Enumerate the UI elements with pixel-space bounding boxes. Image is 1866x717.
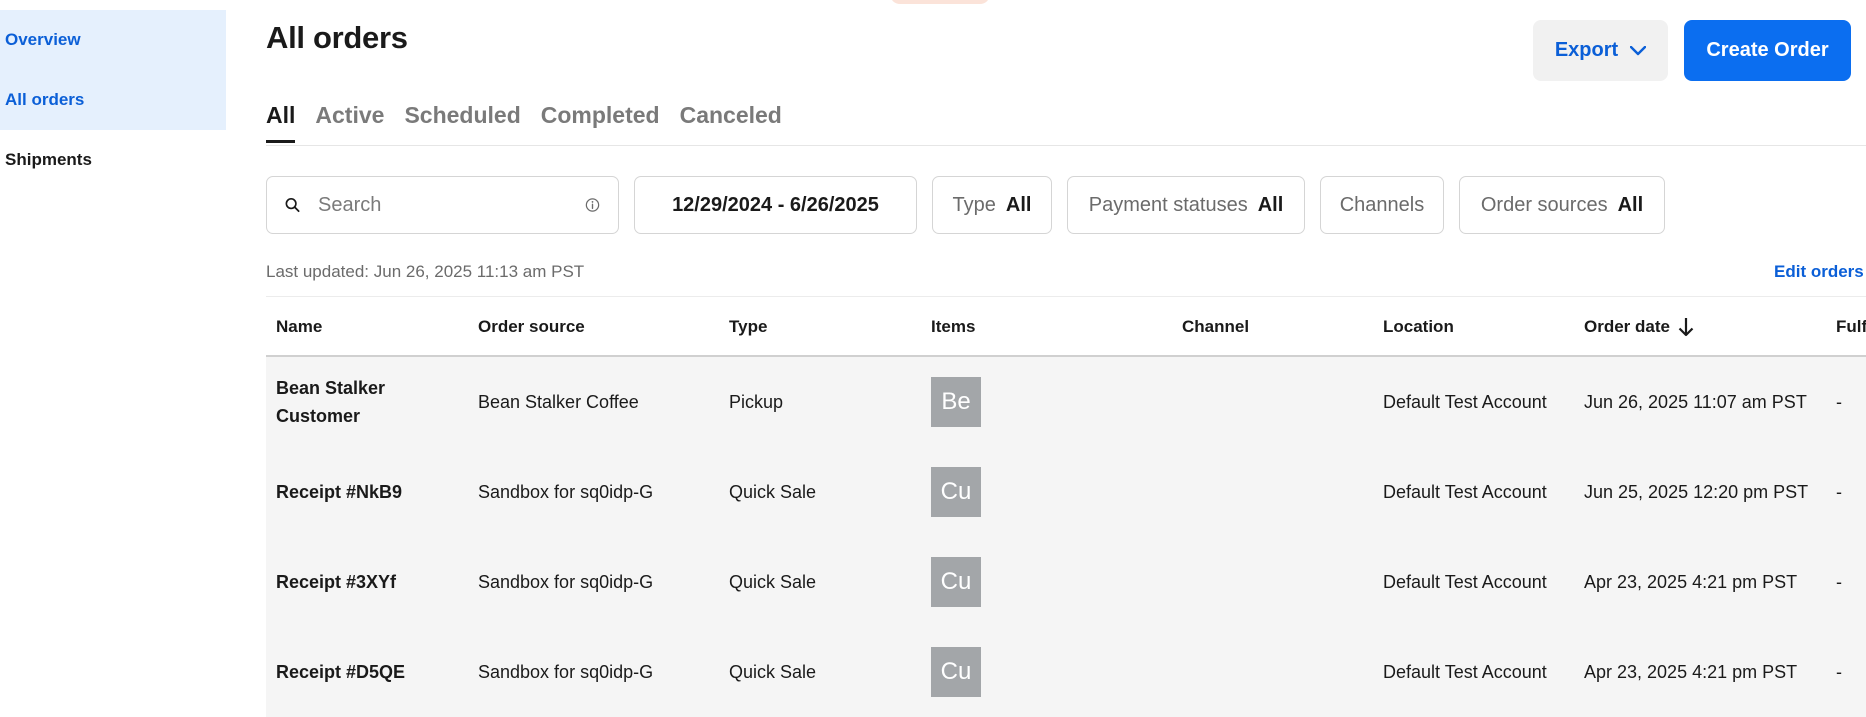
export-button[interactable]: Export bbox=[1533, 20, 1668, 81]
item-thumbnail: Cu bbox=[931, 557, 981, 607]
tab-active[interactable]: Active bbox=[315, 102, 384, 143]
order-items: Be bbox=[931, 357, 981, 447]
tab-all[interactable]: All bbox=[266, 102, 296, 143]
order-type: Quick Sale bbox=[729, 571, 817, 592]
column-header-location[interactable]: Location bbox=[1383, 317, 1454, 337]
edit-orders-link[interactable]: Edit orders bbox=[1774, 262, 1864, 282]
info-icon[interactable] bbox=[585, 194, 600, 216]
order-date: Jun 25, 2025 12:20 pm PST bbox=[1584, 481, 1809, 502]
sidebar-item-shipments[interactable]: Shipments bbox=[0, 130, 226, 190]
tabs-divider bbox=[266, 145, 1866, 146]
column-header-order-source[interactable]: Order source bbox=[478, 317, 585, 337]
table-row[interactable]: Receipt #3XYf Sandbox for sq0idp-G Quick… bbox=[266, 537, 1866, 627]
order-items: Cu bbox=[931, 537, 981, 627]
order-fulfillment: - bbox=[1836, 481, 1842, 502]
type-filter-label: Type bbox=[952, 193, 996, 216]
create-order-button[interactable]: Create Order bbox=[1684, 20, 1851, 81]
order-location: Default Test Account bbox=[1383, 391, 1547, 412]
item-thumbnail: Cu bbox=[931, 467, 981, 517]
order-location: Default Test Account bbox=[1383, 661, 1547, 682]
payment-filter-value: All bbox=[1257, 193, 1284, 216]
search-icon bbox=[285, 198, 300, 213]
date-range-filter[interactable]: 12/29/2024 - 6/26/2025 bbox=[634, 176, 917, 234]
order-name: Receipt #NkB9 bbox=[276, 482, 403, 502]
order-type: Quick Sale bbox=[729, 481, 817, 502]
sidebar: Overview All orders Shipments bbox=[0, 0, 226, 190]
type-filter-value: All bbox=[1005, 193, 1032, 216]
sidebar-item-all-orders[interactable]: All orders bbox=[0, 70, 226, 130]
status-tabs: All Active Scheduled Completed Canceled bbox=[266, 102, 782, 143]
column-header-channel[interactable]: Channel bbox=[1182, 317, 1249, 337]
order-source: Sandbox for sq0idp-G bbox=[478, 661, 654, 682]
top-indicator bbox=[890, 0, 990, 4]
order-location: Default Test Account bbox=[1383, 571, 1547, 592]
order-name: Receipt #3XYf bbox=[276, 572, 397, 592]
type-filter[interactable]: Type All bbox=[932, 176, 1052, 234]
order-date: Jun 26, 2025 11:07 am PST bbox=[1584, 391, 1807, 412]
order-date: Apr 23, 2025 4:21 pm PST bbox=[1584, 661, 1798, 682]
order-items: Cu bbox=[931, 447, 981, 537]
table-row[interactable]: Bean Stalker Customer Bean Stalker Coffe… bbox=[266, 357, 1866, 447]
tab-scheduled[interactable]: Scheduled bbox=[404, 102, 520, 143]
item-thumbnail: Cu bbox=[931, 647, 981, 697]
page-title: All orders bbox=[266, 20, 408, 55]
order-type: Quick Sale bbox=[729, 661, 817, 682]
tab-canceled[interactable]: Canceled bbox=[680, 102, 782, 143]
table-row[interactable]: Receipt #D5QE Sandbox for sq0idp-G Quick… bbox=[266, 627, 1866, 717]
table-header: Name Order source Type Items Channel Loc… bbox=[266, 297, 1866, 357]
order-items: Cu bbox=[931, 627, 981, 717]
order-source: Bean Stalker Coffee bbox=[478, 391, 639, 412]
last-updated-text: Last updated: Jun 26, 2025 11:13 am PST bbox=[266, 262, 585, 281]
payment-status-filter[interactable]: Payment statuses All bbox=[1067, 176, 1305, 234]
order-source: Sandbox for sq0idp-G bbox=[478, 481, 654, 502]
order-fulfillment: - bbox=[1836, 391, 1842, 412]
order-type: Pickup bbox=[729, 391, 784, 412]
order-name: Receipt #D5QE bbox=[276, 662, 406, 682]
column-header-items[interactable]: Items bbox=[931, 317, 975, 337]
sources-filter-label: Order sources bbox=[1480, 193, 1608, 216]
search-box[interactable] bbox=[266, 176, 619, 234]
item-thumbnail: Be bbox=[931, 377, 981, 427]
arrow-down-icon bbox=[1678, 318, 1694, 337]
chevron-down-icon bbox=[1630, 45, 1647, 55]
order-source: Sandbox for sq0idp-G bbox=[478, 571, 654, 592]
order-location: Default Test Account bbox=[1383, 481, 1547, 502]
export-label: Export bbox=[1554, 39, 1619, 61]
column-header-fulfillment[interactable]: Fulf bbox=[1836, 317, 1866, 337]
order-sources-filter[interactable]: Order sources All bbox=[1459, 176, 1665, 234]
search-input[interactable] bbox=[316, 192, 585, 218]
orders-table: Name Order source Type Items Channel Loc… bbox=[266, 297, 1866, 717]
table-row[interactable]: Receipt #NkB9 Sandbox for sq0idp-G Quick… bbox=[266, 447, 1866, 537]
column-header-order-date[interactable]: Order date bbox=[1584, 317, 1694, 337]
tab-completed[interactable]: Completed bbox=[541, 102, 660, 143]
sources-filter-value: All bbox=[1617, 193, 1644, 216]
date-range-value: 12/29/2024 - 6/26/2025 bbox=[672, 193, 879, 216]
sidebar-item-overview[interactable]: Overview bbox=[0, 10, 226, 70]
payment-filter-label: Payment statuses bbox=[1088, 193, 1248, 216]
order-fulfillment: - bbox=[1836, 661, 1842, 682]
column-header-name[interactable]: Name bbox=[276, 317, 322, 337]
channels-filter[interactable]: Channels bbox=[1320, 176, 1444, 234]
column-header-type[interactable]: Type bbox=[729, 317, 767, 337]
channels-filter-label: Channels bbox=[1339, 193, 1425, 216]
order-fulfillment: - bbox=[1836, 571, 1842, 592]
order-date: Apr 23, 2025 4:21 pm PST bbox=[1584, 571, 1798, 592]
order-name: Bean Stalker Customer bbox=[276, 378, 386, 426]
